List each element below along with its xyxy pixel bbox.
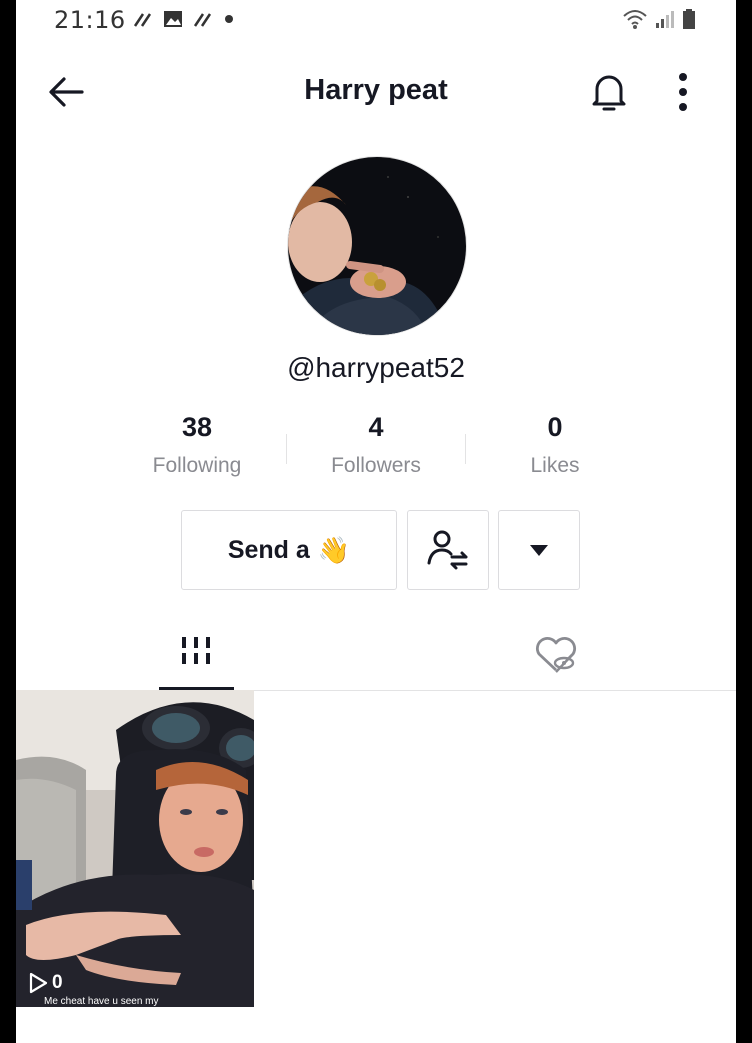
add-friend-icon — [427, 530, 468, 570]
play-outline-icon — [29, 972, 48, 994]
stat-following[interactable]: 38 Following — [108, 412, 286, 478]
grid-icon — [182, 637, 210, 664]
video-cover — [16, 690, 254, 1007]
tab-liked-videos[interactable] — [528, 630, 584, 680]
dot-icon — [225, 15, 233, 23]
avatar[interactable] — [287, 156, 467, 336]
more-vertical-icon — [679, 73, 687, 111]
status-time: 21:16 — [54, 6, 126, 34]
more-options-button[interactable] — [672, 72, 694, 114]
system-icons — [622, 8, 696, 30]
stat-label: Following — [152, 454, 242, 477]
profile-header: Harry peat — [16, 60, 736, 122]
tab-videos[interactable] — [159, 620, 234, 690]
profile-stats: 38 Following 4 Followers 0 Likes — [108, 412, 644, 492]
video-thumbnail[interactable]: 0 Me cheat have u seen my — [16, 690, 254, 1007]
play-count: 0 — [28, 972, 63, 994]
profile-tabs — [16, 620, 736, 691]
caret-down-icon — [530, 545, 548, 556]
more-actions-dropdown[interactable] — [498, 510, 580, 590]
notifications-button[interactable] — [588, 70, 630, 114]
wifi-icon — [623, 10, 647, 29]
status-bar: 21:16 — [16, 0, 736, 40]
stat-label: Followers — [331, 454, 421, 477]
hidden-heart-icon — [535, 636, 577, 673]
video-caption: Me cheat have u seen my — [44, 996, 159, 1007]
battery-icon — [683, 9, 695, 29]
play-count-value: 0 — [52, 972, 63, 993]
slash-signal-icon — [133, 13, 152, 27]
stat-followers[interactable]: 4 Followers — [287, 412, 465, 478]
waving-hand-icon: 👋 — [317, 534, 351, 565]
bell-icon — [592, 75, 626, 111]
notification-icons — [132, 8, 236, 30]
profile-screen: 21:16 Harry peat @harrypeat52 38 Followi… — [16, 0, 736, 1043]
username: @harrypeat52 — [287, 352, 465, 383]
gallery-icon — [164, 11, 182, 27]
stat-value: 38 — [181, 412, 213, 442]
send-button-label: Send a — [227, 535, 310, 564]
stat-value: 4 — [368, 412, 384, 442]
suggested-accounts-button[interactable] — [407, 510, 489, 590]
avatar-photo — [288, 157, 466, 335]
stat-likes[interactable]: 0 Likes — [466, 412, 644, 478]
send-wave-button[interactable]: Send a 👋 — [181, 510, 397, 590]
stat-value: 0 — [547, 412, 563, 442]
cell-signal-icon — [656, 11, 674, 28]
slash-signal-icon-2 — [193, 13, 212, 27]
stat-label: Likes — [530, 454, 580, 477]
